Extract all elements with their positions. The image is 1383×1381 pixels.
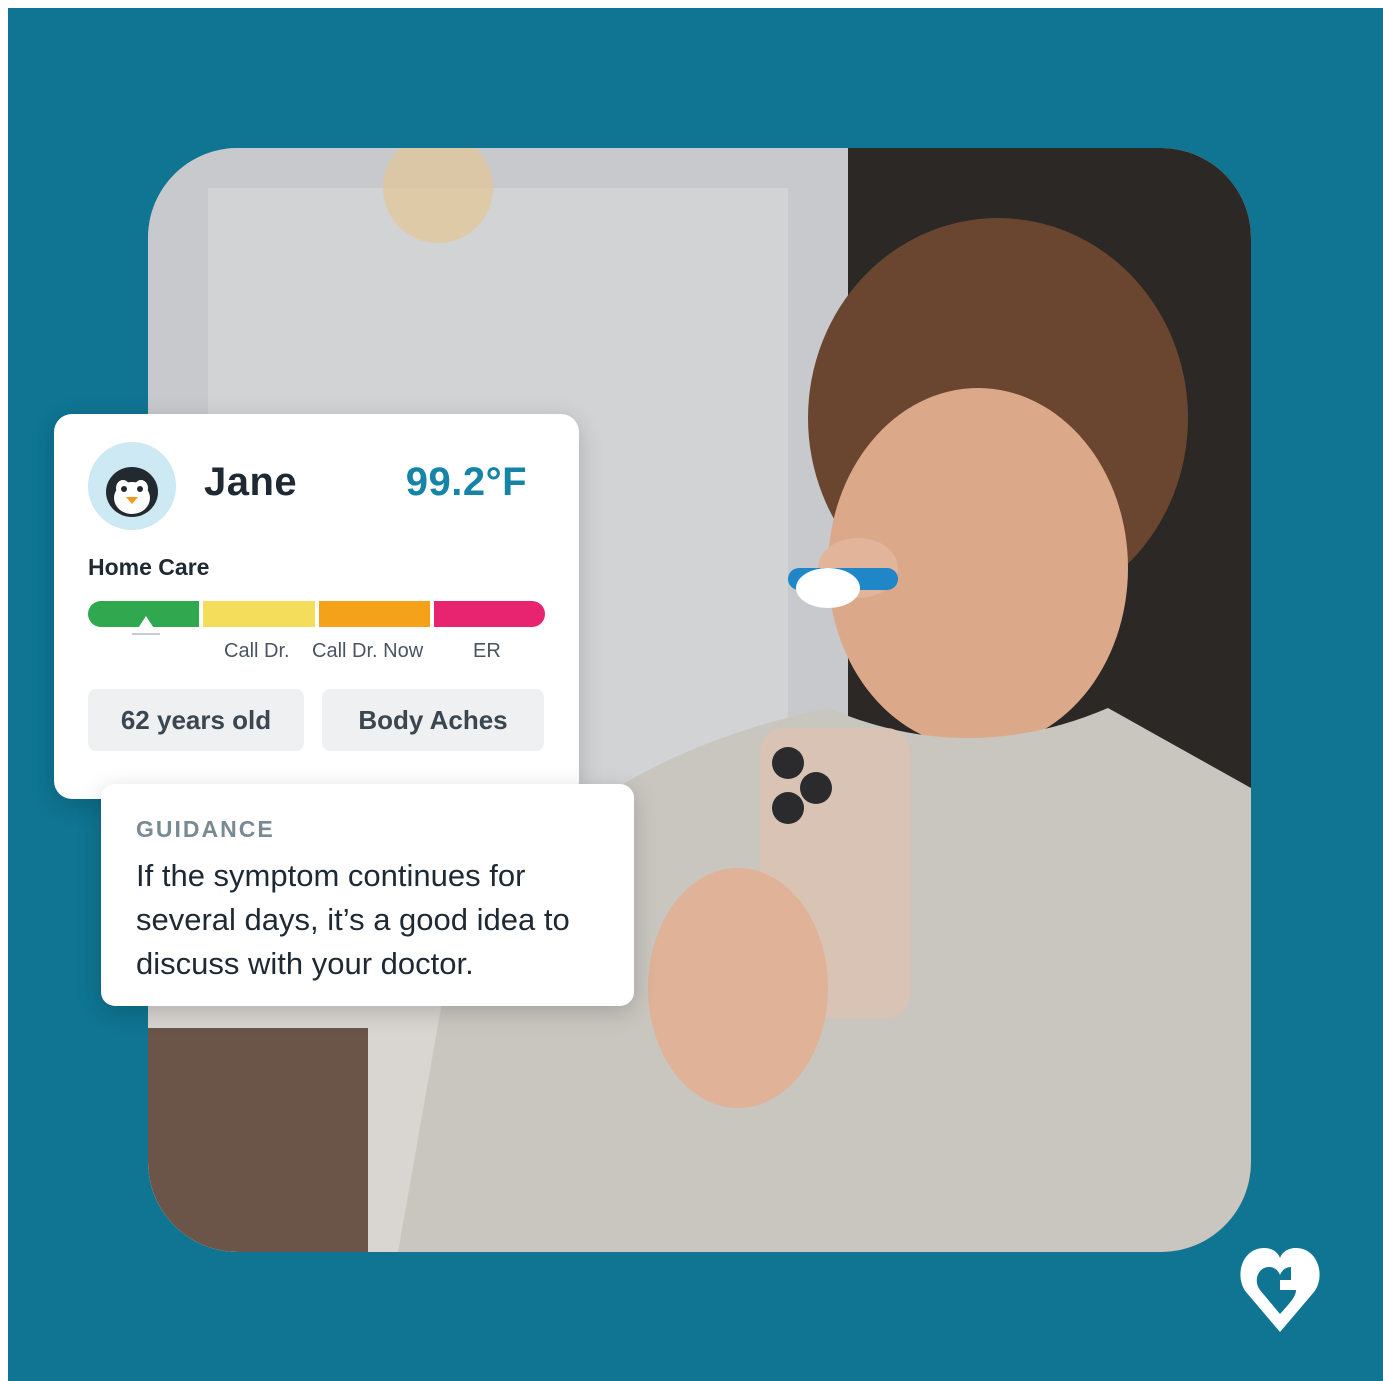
- marker-base-line: [132, 633, 160, 635]
- guidance-card: GUIDANCE If the symptom continues for se…: [101, 784, 634, 1006]
- penguin-icon: [88, 442, 176, 530]
- patient-name: Jane: [204, 460, 298, 504]
- guidance-text: If the symptom continues for several day…: [136, 858, 570, 981]
- scale-label-er: ER: [473, 640, 501, 662]
- guidance-heading: GUIDANCE: [136, 816, 275, 842]
- care-level-marker: [135, 616, 157, 633]
- scale-label-call-dr-now: Call Dr. Now: [312, 640, 424, 662]
- scale-label-call-dr: Call Dr.: [224, 640, 290, 662]
- segment-call-dr-now: [318, 601, 430, 627]
- heart-logo-icon: [1240, 1248, 1320, 1332]
- segment-call-dr: [203, 601, 315, 627]
- symptom-chip[interactable]: Body Aches: [322, 689, 544, 751]
- segment-er: [433, 601, 545, 627]
- age-chip: 62 years old: [88, 689, 304, 751]
- care-level-label: Home Care: [88, 554, 210, 580]
- patient-card[interactable]: Jane 99.2°F Home Care Call Dr. Call Dr. …: [54, 414, 579, 799]
- temperature-reading: 99.2°F: [405, 460, 527, 504]
